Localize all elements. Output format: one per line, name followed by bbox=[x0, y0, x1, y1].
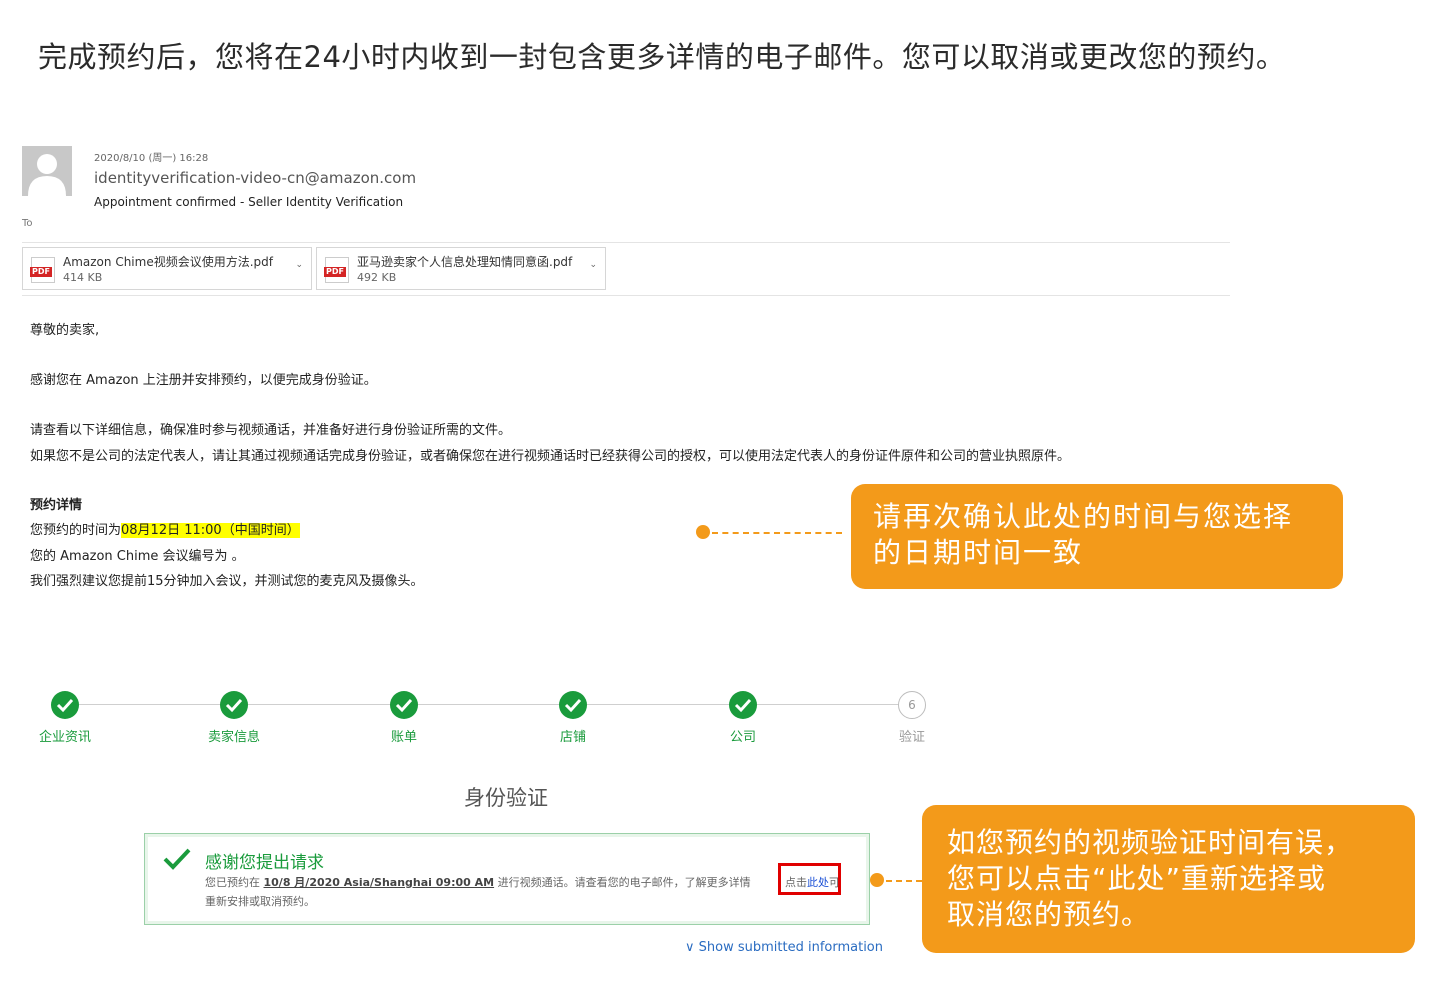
meeting-id: 您的 Amazon Chime 会议编号为 。 bbox=[30, 549, 245, 564]
email-paragraph: 如果您不是公司的法定代表人，请让其通过视频通话完成身份验证，或者确保您在进行视频… bbox=[30, 449, 1071, 464]
attachment-name: Amazon Chime视频会议使用方法.pdf bbox=[63, 255, 273, 269]
alert-text: 您已预约在 bbox=[205, 876, 260, 889]
callout-line: 请再次确认此处的时间与您选择 bbox=[873, 500, 1294, 533]
join-advice: 我们强烈建议您提前15分钟加入会议，并测试您的麦克风及摄像头。 bbox=[30, 574, 424, 589]
pdf-file-icon: PDF bbox=[30, 257, 55, 283]
chevron-down-icon[interactable]: ⌄ bbox=[589, 260, 597, 270]
alert-message: 您已预约在 10/8 月/2020 Asia/Shanghai 09:00 AM… bbox=[205, 874, 751, 890]
attachment-size: 414 KB bbox=[63, 271, 103, 284]
show-submitted-info-link[interactable]: ∨ Show submitted information bbox=[685, 940, 883, 955]
callout-pointer-dot bbox=[696, 525, 710, 539]
attachment-chime-guide[interactable]: PDF Amazon Chime视频会议使用方法.pdf 414 KB ⌄ bbox=[22, 247, 312, 290]
step-label-seller-info: 卖家信息 bbox=[207, 730, 261, 745]
time-highlight: 08月12日 11:00（中国时间） bbox=[121, 523, 300, 538]
callout-line: 的日期时间一致 bbox=[873, 536, 1084, 569]
callout-pointer-line bbox=[712, 532, 842, 534]
step-number: 6 bbox=[898, 691, 926, 719]
highlight-box bbox=[778, 863, 841, 895]
pdf-file-icon: PDF bbox=[324, 257, 349, 283]
callout-line: 取消您的预约。 bbox=[947, 898, 1151, 931]
step-check-icon bbox=[559, 691, 587, 719]
sender-avatar-icon bbox=[22, 146, 72, 196]
attachment-size: 492 KB bbox=[357, 271, 397, 284]
step-check-icon bbox=[390, 691, 418, 719]
email-date: 2020/8/10 (周一) 16:28 bbox=[94, 153, 209, 164]
step-label-verification: 验证 bbox=[898, 730, 926, 745]
email-subject: Appointment confirmed - Seller Identity … bbox=[94, 195, 404, 209]
step-label-store: 店铺 bbox=[559, 730, 587, 745]
step-label-business-info: 企业资讯 bbox=[38, 730, 92, 745]
stepper-track bbox=[65, 704, 912, 705]
step-check-icon bbox=[51, 691, 79, 719]
chevron-down-icon[interactable]: ⌄ bbox=[295, 260, 303, 270]
alert-title: 感谢您提出请求 bbox=[205, 853, 324, 873]
email-greeting: 尊敬的卖家, bbox=[30, 323, 100, 338]
email-paragraph: 感谢您在 Amazon 上注册并安排预约，以便完成身份验证。 bbox=[30, 373, 377, 388]
email-sender: identityverification-video-cn@amazon.com bbox=[94, 169, 417, 187]
email-paragraph: 请查看以下详细信息，确保准时参与视频通话，并准备好进行身份验证所需的文件。 bbox=[30, 423, 512, 438]
attachment-name: 亚马逊卖家个人信息处理知情同意函.pdf bbox=[357, 255, 573, 269]
callout-pointer-dot bbox=[870, 873, 884, 887]
step-label-billing: 账单 bbox=[390, 730, 418, 745]
time-prefix: 您预约的时间为 bbox=[30, 523, 122, 538]
callout-pointer-line bbox=[886, 880, 922, 882]
page-headline: 完成预约后，您将在24小时内收到一封包含更多详情的电子邮件。您可以取消或更改您的… bbox=[38, 40, 1286, 74]
callout-line: 如您预约的视频验证时间有误， bbox=[947, 826, 1354, 859]
checkmark-icon bbox=[163, 847, 191, 875]
attachment-consent-letter[interactable]: PDF 亚马逊卖家个人信息处理知情同意函.pdf 492 KB ⌄ bbox=[316, 247, 606, 290]
appointment-time: 您预约的时间为08月12日 11:00（中国时间） bbox=[30, 519, 300, 538]
step-check-icon bbox=[220, 691, 248, 719]
alert-text: 进行视频通话。请查看您的电子邮件，了解更多详情 bbox=[497, 876, 751, 889]
details-heading: 预约详情 bbox=[30, 498, 83, 513]
divider bbox=[22, 242, 1230, 243]
divider bbox=[22, 295, 1230, 296]
email-to-label: To bbox=[22, 218, 33, 229]
appointment-datetime: 10/8 月/2020 Asia/Shanghai 09:00 AM bbox=[263, 876, 495, 889]
step-check-icon bbox=[729, 691, 757, 719]
callout-line: 您可以点击“此处”重新选择或 bbox=[947, 862, 1327, 895]
section-title: 身份验证 bbox=[464, 786, 548, 810]
alert-message-line2: 重新安排或取消预约。 bbox=[205, 895, 315, 908]
callout-reschedule: 如您预约的视频验证时间有误， 您可以点击“此处”重新选择或 取消您的预约。 bbox=[922, 805, 1415, 953]
callout-confirm-time: 请再次确认此处的时间与您选择 的日期时间一致 bbox=[851, 484, 1343, 589]
step-label-company: 公司 bbox=[729, 730, 757, 745]
